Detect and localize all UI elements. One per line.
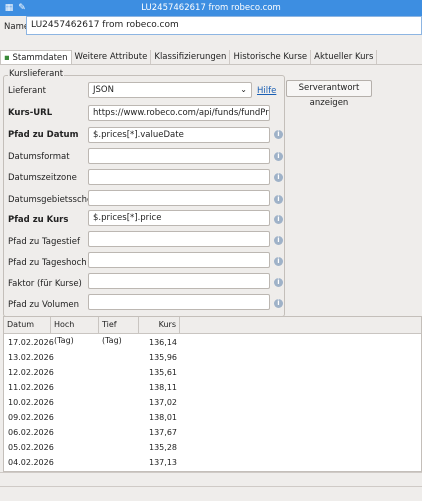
chevron-down-icon: ⌄ xyxy=(240,85,247,94)
pfad-datum-input[interactable]: $.prices[*].valueDate xyxy=(88,127,270,143)
tab-divider xyxy=(0,64,422,65)
tab-weitere-attribute[interactable]: Weitere Attribute xyxy=(72,50,152,65)
table-cell: 11.02.2026 xyxy=(8,383,54,392)
pfad-volumen-input[interactable] xyxy=(88,294,270,310)
tab-bar: ▪ Stammdaten Weitere Attribute Klassifiz… xyxy=(0,50,378,65)
column-header-hoch[interactable]: Hoch (Tag) xyxy=(51,317,99,345)
tab-historische-kurse[interactable]: Historische Kurse xyxy=(230,50,312,65)
info-icon[interactable]: i xyxy=(274,152,283,161)
info-icon[interactable]: i xyxy=(274,130,283,139)
status-bar xyxy=(0,486,422,501)
table-cell: 12.02.2026 xyxy=(8,368,54,377)
lieferant-label: Lieferant xyxy=(8,86,46,96)
window-title: LU2457462617 from robeco.com xyxy=(141,3,281,13)
table-header: Datum Hoch (Tag) Tief (Tag) Kurs xyxy=(4,317,421,345)
group-title: Kurslieferant xyxy=(8,69,65,79)
info-icon[interactable]: i xyxy=(274,299,283,308)
table-row[interactable]: 05.02.2026 135,28 xyxy=(4,440,421,455)
table-row[interactable]: 13.02.2026 135,96 xyxy=(4,350,421,365)
table-row[interactable]: 06.02.2026 137,67 xyxy=(4,425,421,440)
table-cell: 135,28 xyxy=(149,443,177,452)
table-cell: 05.02.2026 xyxy=(8,443,54,452)
faktor-input[interactable] xyxy=(88,273,270,289)
table-row[interactable]: 04.02.2026 137,13 xyxy=(4,455,421,470)
table-cell: 138,11 xyxy=(149,383,177,392)
faktor-label: Faktor (für Kurse) xyxy=(8,279,82,289)
pfad-tageshoch-label: Pfad zu Tageshoch xyxy=(8,258,87,268)
table-cell: 137,02 xyxy=(149,398,177,407)
pfad-kurs-label: Pfad zu Kurs xyxy=(8,215,69,225)
table-cell: 137,67 xyxy=(149,428,177,437)
column-header-tief[interactable]: Tief (Tag) xyxy=(99,317,139,345)
table-cell: 135,61 xyxy=(149,368,177,377)
table-cell: 136,14 xyxy=(149,338,177,347)
lieferant-value: JSON xyxy=(93,85,114,95)
table-cell: 17.02.2026 xyxy=(8,338,54,347)
datumsgebietsschema-input[interactable] xyxy=(88,190,270,206)
table-cell: 138,01 xyxy=(149,413,177,422)
info-icon[interactable]: i xyxy=(274,257,283,266)
price-table[interactable]: Datum Hoch (Tag) Tief (Tag) Kurs 17.02.2… xyxy=(3,316,422,472)
pfad-tagestief-label: Pfad zu Tagestief xyxy=(8,237,80,247)
info-icon[interactable]: i xyxy=(274,173,283,182)
kurs-url-label: Kurs-URL xyxy=(8,108,53,118)
datumsformat-label: Datumsformat xyxy=(8,152,70,162)
info-icon[interactable]: i xyxy=(274,195,283,204)
datumszeitzone-label: Datumszeitzone xyxy=(8,173,77,183)
pfad-kurs-input[interactable]: $.prices[*].price xyxy=(88,210,270,226)
column-header-datum[interactable]: Datum xyxy=(4,317,51,333)
table-cell: 137,13 xyxy=(149,458,177,467)
pfad-tageshoch-input[interactable] xyxy=(88,252,270,268)
table-row[interactable]: 11.02.2026 138,11 xyxy=(4,380,421,395)
table-cell: 135,96 xyxy=(149,353,177,362)
info-icon[interactable]: i xyxy=(274,215,283,224)
serverantwort-button[interactable]: Serverantwort anzeigen xyxy=(286,80,372,108)
kurs-url-input[interactable]: https://www.robeco.com/api/funds/fundPri… xyxy=(88,105,270,121)
info-icon[interactable]: i xyxy=(274,278,283,287)
tab-klassifizierungen[interactable]: Klassifizierungen xyxy=(151,50,231,65)
info-icon[interactable]: i xyxy=(274,236,283,245)
tab-aktueller-kurs[interactable]: Aktueller Kurs xyxy=(311,50,378,65)
lieferant-select[interactable]: JSON ⌄ xyxy=(88,82,252,98)
table-row[interactable]: 17.02.2026 136,14 xyxy=(4,335,421,350)
pfad-volumen-label: Pfad zu Volumen xyxy=(8,300,79,310)
table-cell: 10.02.2026 xyxy=(8,398,54,407)
table-row[interactable]: 09.02.2026 138,01 xyxy=(4,410,421,425)
table-cell: 06.02.2026 xyxy=(8,428,54,437)
pfad-tagestief-input[interactable] xyxy=(88,231,270,247)
name-input[interactable]: LU2457462617 from robeco.com xyxy=(26,16,422,35)
column-header-kurs[interactable]: Kurs xyxy=(139,317,180,333)
datumsformat-input[interactable] xyxy=(88,148,270,164)
datumszeitzone-input[interactable] xyxy=(88,169,270,185)
table-row[interactable]: 10.02.2026 137,02 xyxy=(4,395,421,410)
pfad-datum-label: Pfad zu Datum xyxy=(8,130,79,140)
table-cell: 13.02.2026 xyxy=(8,353,54,362)
table-row[interactable]: 12.02.2026 135,61 xyxy=(4,365,421,380)
table-cell: 04.02.2026 xyxy=(8,458,54,467)
title-bar: ▦ ✎ LU2457462617 from robeco.com xyxy=(0,0,422,16)
horizontal-scrollbar[interactable] xyxy=(0,472,422,487)
hilfe-link[interactable]: Hilfe xyxy=(257,86,276,96)
table-cell: 09.02.2026 xyxy=(8,413,54,422)
tab-stammdaten[interactable]: ▪ Stammdaten xyxy=(0,50,72,65)
